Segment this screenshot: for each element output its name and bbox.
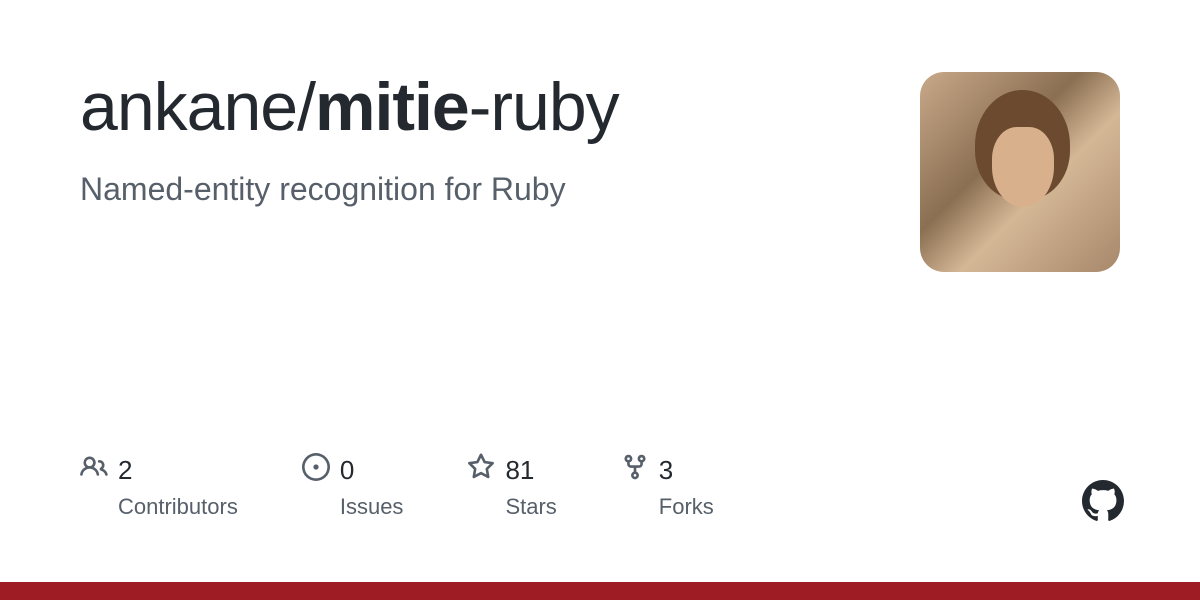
stat-contributors-value: 2 xyxy=(118,455,132,486)
issue-icon xyxy=(302,453,330,488)
repo-description: Named-entity recognition for Ruby xyxy=(80,171,880,208)
stat-stars[interactable]: 81 Stars xyxy=(467,453,556,520)
stat-issues[interactable]: 0 Issues xyxy=(302,453,404,520)
github-logo-icon[interactable] xyxy=(1082,480,1124,522)
stat-issues-label: Issues xyxy=(340,494,404,520)
stat-forks-value: 3 xyxy=(659,455,673,486)
stat-stars-label: Stars xyxy=(505,494,556,520)
stat-forks[interactable]: 3 Forks xyxy=(621,453,714,520)
repo-slash: / xyxy=(297,69,315,145)
stat-stars-value: 81 xyxy=(505,455,534,486)
repo-name-tail: -ruby xyxy=(469,69,619,145)
stat-forks-label: Forks xyxy=(659,494,714,520)
people-icon xyxy=(80,453,108,488)
accent-bar xyxy=(0,582,1200,600)
stat-issues-value: 0 xyxy=(340,455,354,486)
repo-name-bold: mitie xyxy=(315,69,469,145)
repo-title[interactable]: ankane/mitie-ruby xyxy=(80,72,880,143)
repo-owner: ankane xyxy=(80,69,297,145)
fork-icon xyxy=(621,453,649,488)
avatar[interactable] xyxy=(920,72,1120,272)
star-icon xyxy=(467,453,495,488)
repo-stats: 2 Contributors 0 Issues 81 Stars 3 Forks xyxy=(80,453,714,520)
stat-contributors[interactable]: 2 Contributors xyxy=(80,453,238,520)
stat-contributors-label: Contributors xyxy=(118,494,238,520)
